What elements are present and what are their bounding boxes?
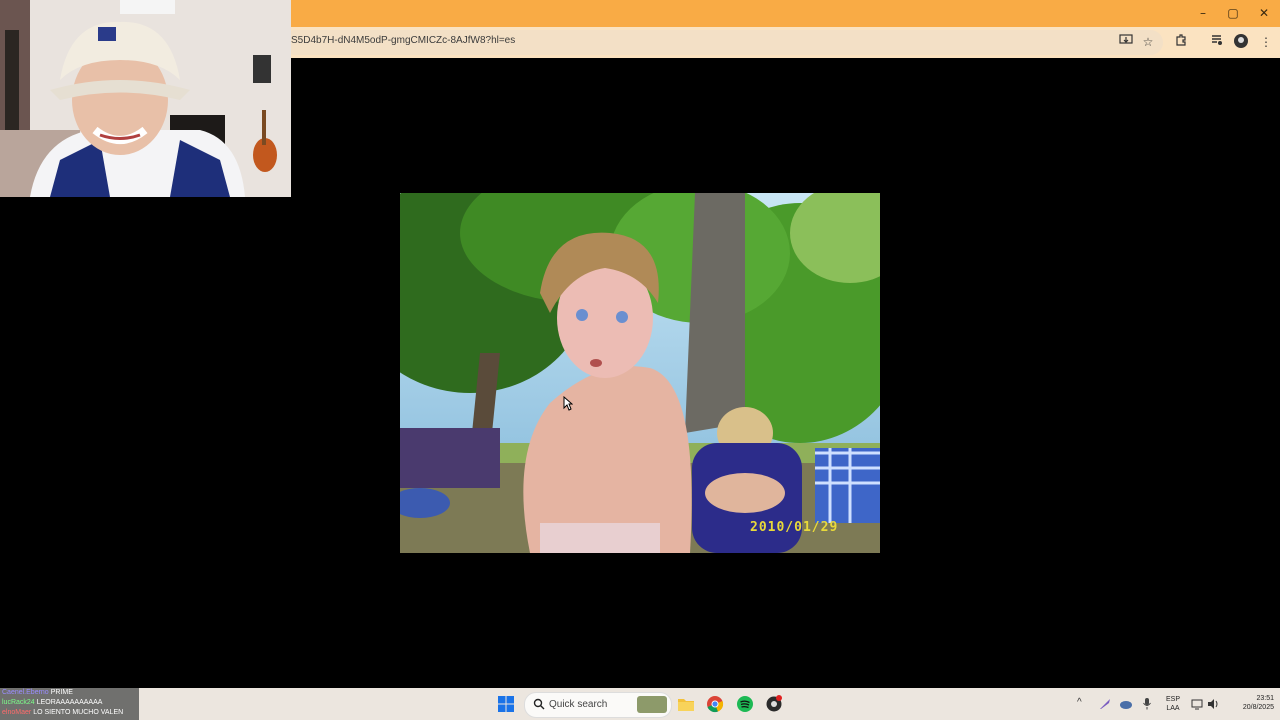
media-icon[interactable] <box>1208 33 1226 51</box>
file-explorer-icon[interactable] <box>677 695 695 713</box>
clock-time: 23:51 <box>1256 695 1274 702</box>
search-icon <box>533 697 545 715</box>
search-placeholder: Quick search <box>549 699 608 710</box>
chat-username: Caenel.Eberno <box>2 689 49 696</box>
chat-text: PRIME <box>50 689 73 696</box>
install-icon[interactable] <box>1117 33 1135 51</box>
clock-date: 20/8/2025 <box>1242 704 1274 711</box>
chrome-icon[interactable] <box>706 695 724 713</box>
chat-message: lucRack24 LEORAAAAAAAAAA <box>0 698 139 708</box>
photo-date-stamp: 2010/01/29 <box>750 520 839 535</box>
address-bar[interactable]: S5D4b7H-dN4M5odP-gmgCMICZc-8AJfW8?hl=es <box>283 30 1163 55</box>
webcam-overlay <box>0 0 291 197</box>
display-icon[interactable] <box>1191 697 1203 715</box>
chat-text: LO SIENTO MUCHO VALEN <box>33 709 124 716</box>
star-icon[interactable]: ☆ <box>1139 33 1157 51</box>
obs-icon[interactable] <box>765 695 783 713</box>
minimize-button[interactable]: – <box>1188 4 1218 22</box>
menu-icon[interactable]: ⋮ <box>1257 33 1275 51</box>
network-icon[interactable] <box>1119 697 1133 715</box>
language-code: ESP <box>1165 696 1180 703</box>
microphone-icon[interactable] <box>1142 697 1152 715</box>
windows-start-icon[interactable] <box>498 696 514 712</box>
spotify-icon[interactable] <box>736 695 754 713</box>
profile-icon[interactable] <box>1232 33 1250 51</box>
language-indicator[interactable]: ESP LAA <box>1162 695 1184 713</box>
chat-username: lucRack24 <box>2 699 35 706</box>
taskbar: Caenel.Eberno PRIME lucRack24 LEORAAAAAAAA… <box>0 688 1280 720</box>
maximize-button[interactable]: ▢ <box>1218 4 1248 22</box>
keyboard-layout: LAA <box>1166 705 1180 712</box>
photo[interactable] <box>400 193 880 553</box>
pen-icon[interactable] <box>1099 697 1111 715</box>
taskbar-search[interactable]: Quick search <box>524 692 672 718</box>
chat-message: Caenel.Eberno PRIME <box>0 688 139 698</box>
volume-icon[interactable] <box>1207 697 1219 715</box>
search-highlight-icon <box>637 696 667 713</box>
cursor-icon <box>563 395 574 416</box>
chat-username: elnoMaer <box>2 709 32 716</box>
chevron-up-icon[interactable]: ^ <box>1077 697 1082 708</box>
stream-chat: Caenel.Eberno PRIME lucRack24 LEORAAAAAAAA… <box>0 688 139 720</box>
chat-message: elnoMaer LO SIENTO MUCHO VALEN <box>0 708 139 718</box>
close-button[interactable]: ✕ <box>1249 4 1279 22</box>
clock[interactable]: 23:51 20/8/2025 <box>1222 694 1274 712</box>
url-text[interactable]: S5D4b7H-dN4M5odP-gmgCMICZc-8AJfW8?hl=es <box>291 35 515 46</box>
extensions-icon[interactable] <box>1172 33 1190 51</box>
chat-text: LEORAAAAAAAAAA <box>36 699 103 706</box>
